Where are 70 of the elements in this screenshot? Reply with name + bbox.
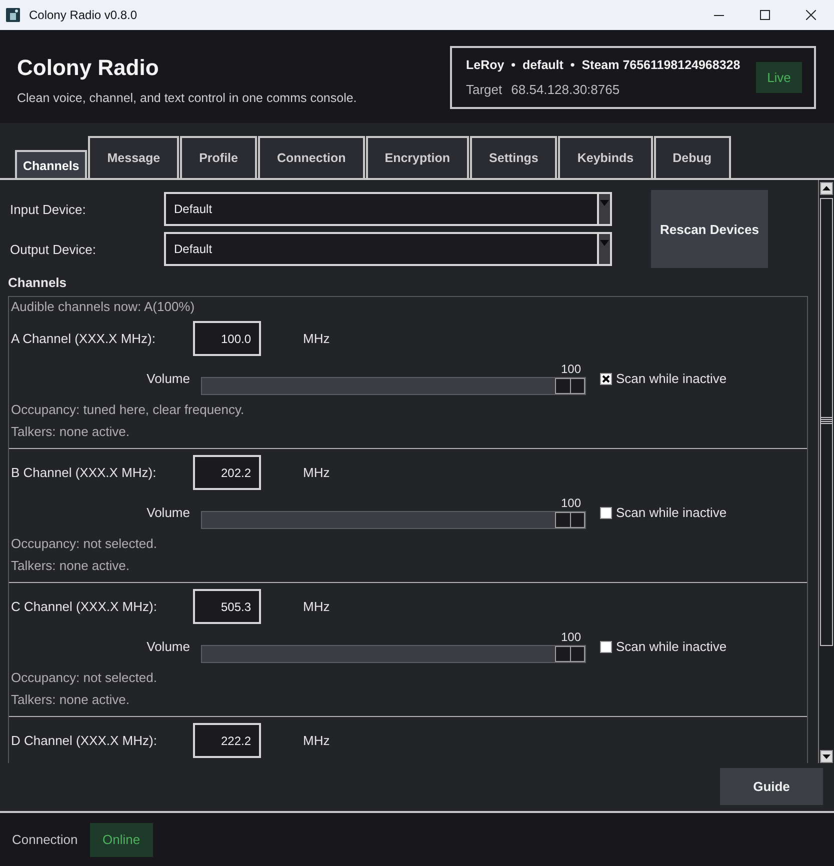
scroll-up-icon[interactable] — [820, 182, 833, 195]
device-label: Input Device: — [10, 202, 87, 216]
volume-slider[interactable] — [201, 511, 586, 529]
section-title: Channels — [8, 274, 67, 292]
dropdown-arrow-icon — [600, 200, 609, 206]
tab[interactable]: Connection — [258, 136, 365, 178]
slider-thumb[interactable] — [555, 646, 585, 662]
dropdown-arrow-icon — [600, 240, 609, 246]
target-label: Target — [466, 82, 502, 98]
volume-reading: 100 — [560, 630, 582, 645]
close-icon[interactable] — [806, 10, 816, 20]
frequency-field[interactable]: 222.2 — [193, 723, 261, 758]
app-title: Colony Radio — [17, 55, 160, 81]
occupancy-text: Occupancy: tuned here, clear frequency. — [11, 401, 244, 419]
device-dropdown[interactable]: Default — [164, 192, 612, 226]
scrollbar[interactable] — [818, 180, 834, 763]
device-label: Output Device: — [10, 242, 97, 256]
status-badge: Live — [756, 62, 802, 93]
volume-label: Volume — [146, 639, 190, 654]
tab[interactable]: Debug — [654, 136, 730, 178]
device-dropdown[interactable]: Default — [164, 232, 612, 266]
tab[interactable]: Profile — [180, 136, 257, 178]
app-subtitle: Clean voice, channel, and text control in one comms console. — [17, 90, 357, 106]
channel-label: B Channel (XXX.X MHz): — [11, 465, 156, 480]
unit-label: MHz — [303, 599, 330, 614]
tab[interactable]: Encryption — [366, 136, 470, 178]
identity-text: LeRoy • default • Steam 76561198124968328 — [466, 57, 742, 73]
scan-checkbox[interactable]: Scan while inactive — [600, 505, 807, 520]
volume-slider[interactable] — [201, 377, 586, 395]
scroll-thumb[interactable] — [820, 198, 833, 646]
status-label: Connection — [12, 832, 78, 847]
channel-label: A Channel (XXX.X MHz): — [11, 331, 156, 346]
rescan-button[interactable]: Rescan Devices — [651, 190, 768, 268]
volume-label: Volume — [146, 505, 190, 520]
tab[interactable]: Channels — [15, 150, 88, 178]
volume-reading: 100 — [560, 362, 582, 377]
talkers-text: Talkers: none active. — [11, 423, 130, 441]
scan-checkbox[interactable]: Scan while inactive — [600, 639, 807, 654]
volume-label: Volume — [146, 371, 190, 386]
volume-slider[interactable] — [201, 645, 586, 663]
audible-text: Audible channels now: A(100%) — [10, 298, 195, 316]
frequency-field[interactable]: 202.2 — [193, 455, 261, 490]
checkbox-icon[interactable] — [600, 506, 612, 518]
occupancy-text: Occupancy: not selected. — [11, 535, 157, 553]
slider-thumb[interactable] — [555, 512, 585, 528]
channel-label: D Channel (XXX.X MHz): — [11, 733, 157, 748]
unit-label: MHz — [303, 331, 330, 346]
talkers-text: Talkers: none active. — [11, 691, 130, 709]
volume-reading: 100 — [560, 496, 582, 511]
frequency-field[interactable]: 505.3 — [193, 589, 261, 624]
tab[interactable]: Message — [88, 136, 180, 178]
tab[interactable]: Settings — [470, 136, 558, 178]
tab[interactable]: Keybinds — [558, 136, 653, 178]
target-address: 68.54.128.30:8765 — [511, 82, 620, 98]
unit-label: MHz — [303, 465, 330, 480]
window-title: Colony Radio v0.8.0 — [29, 8, 138, 22]
frequency-field[interactable]: 100.0 — [193, 321, 261, 356]
scroll-down-icon[interactable] — [820, 750, 833, 763]
app-icon — [6, 8, 20, 22]
checkbox-icon[interactable] — [600, 372, 612, 384]
occupancy-text: Occupancy: not selected. — [11, 669, 157, 687]
maximize-icon[interactable] — [760, 10, 770, 20]
slider-thumb[interactable] — [555, 378, 585, 394]
guide-button[interactable]: Guide — [720, 768, 823, 805]
checkbox-icon[interactable] — [600, 640, 612, 652]
unit-label: MHz — [303, 733, 330, 748]
status-badge: Online — [90, 822, 153, 856]
channel-label: C Channel (XXX.X MHz): — [11, 599, 157, 614]
scan-checkbox[interactable]: Scan while inactive — [600, 371, 807, 386]
talkers-text: Talkers: none active. — [11, 557, 130, 575]
